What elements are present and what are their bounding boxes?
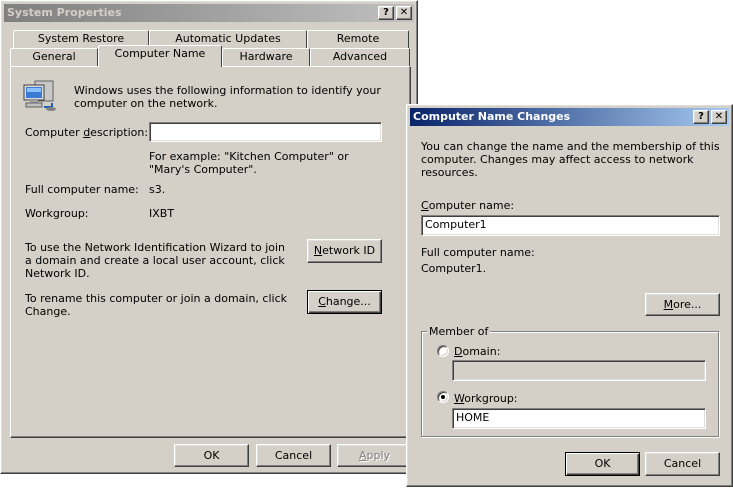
full-computer-name-label: Full computer name: [421,246,535,259]
close-icon: ✕ [399,7,409,18]
help-icon: ? [383,7,389,18]
close-icon: ✕ [714,111,724,122]
cancel-button[interactable]: Cancel [256,444,331,467]
computer-name-changes-dialog: Computer Name Changes ? ✕ You can change… [406,104,733,487]
computer-description-label: Computer description: [25,126,149,139]
intro-text: You can change the name and the membersh… [421,140,720,179]
system-properties-titlebar[interactable]: System Properties ? ✕ [4,4,414,22]
workgroup-value: IXBT [149,207,175,220]
workgroup-radio-selected-dot [441,395,445,399]
domain-radio[interactable] [437,345,449,357]
system-properties-title: System Properties [7,6,122,19]
computer-description-input[interactable] [149,122,382,142]
intro-text: Windows uses the following information t… [74,84,381,110]
change-button[interactable]: Change... [307,290,382,314]
help-button[interactable]: ? [378,6,394,20]
tab-remote[interactable]: Remote [307,30,409,48]
tab-label: Advanced [332,50,388,63]
tab-label: Automatic Updates [175,32,281,45]
ok-button[interactable]: OK [565,452,640,476]
workgroup-label: Workgroup: [25,207,89,220]
tab-computer-name[interactable]: Computer Name [98,45,222,67]
close-button[interactable]: ✕ [711,110,727,124]
tab-label: Computer Name [114,47,206,60]
rename-text: To rename this computer or join a domain… [25,292,287,318]
help-icon: ? [698,111,704,122]
example-text: For example: "Kitchen Computer" or "Mary… [149,150,349,176]
computer-name-label: Computer name: [421,199,515,212]
tab-hardware[interactable]: Hardware [222,48,310,66]
tab-label: System Restore [37,32,125,45]
computer-network-icon [23,80,56,111]
system-properties-window: System Properties ? ✕ System Restore Aut… [0,0,418,474]
member-of-label: Member of [427,325,491,338]
full-computer-name-value: Computer1. [421,262,487,275]
tab-label: Hardware [239,50,293,63]
tab-advanced[interactable]: Advanced [310,48,410,66]
full-computer-name-value: s3. [149,183,166,196]
tab-label: Remote [336,32,380,45]
tab-label: General [32,50,76,63]
workgroup-label: Workgroup: [454,392,518,405]
more-button[interactable]: More... [645,293,720,316]
close-button[interactable]: ✕ [396,6,412,20]
workgroup-radio[interactable] [437,391,449,403]
tab-general[interactable]: General [10,48,98,66]
full-computer-name-label: Full computer name: [25,183,139,196]
network-id-text: To use the Network Identification Wizard… [25,241,286,280]
domain-input[interactable] [452,360,706,381]
apply-button[interactable]: Apply [337,444,412,467]
ok-button[interactable]: OK [174,444,249,467]
computer-name-changes-title: Computer Name Changes [413,110,571,123]
computer-name-input[interactable]: Computer1 [421,215,720,236]
workgroup-input[interactable]: HOME [452,408,706,429]
network-id-button[interactable]: Network ID [307,239,382,263]
cancel-button[interactable]: Cancel [645,452,720,476]
computer-name-changes-titlebar[interactable]: Computer Name Changes ? ✕ [410,108,729,126]
help-button[interactable]: ? [693,110,709,124]
domain-label: Domain: [454,345,501,358]
